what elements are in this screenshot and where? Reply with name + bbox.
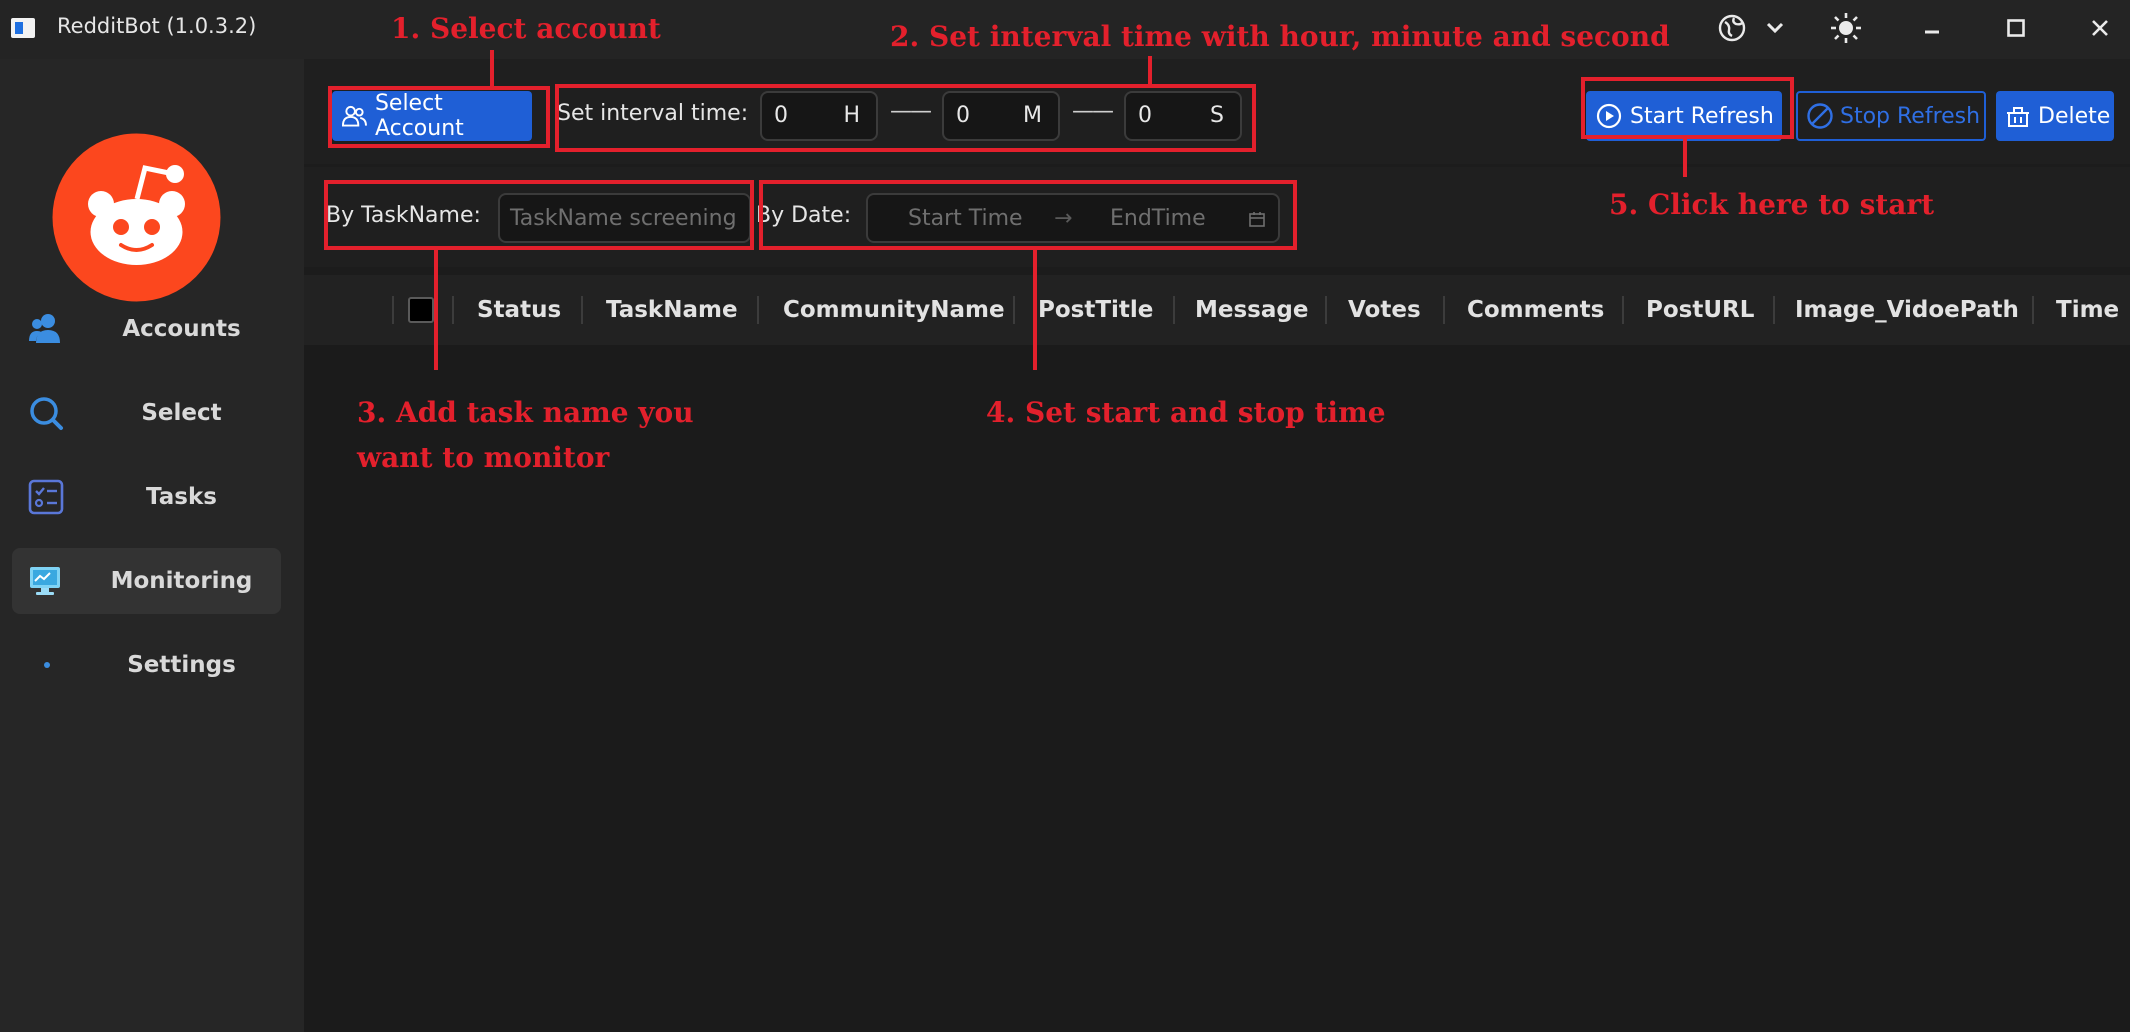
column-votes[interactable]: Votes	[1348, 275, 1421, 345]
column-time[interactable]: Time	[2056, 275, 2119, 345]
annotation-box-select-account	[328, 86, 550, 148]
annotation-5: 5. Click here to start	[1609, 188, 1935, 221]
sun-icon[interactable]	[1826, 8, 1866, 48]
sidebar-item-label: Monitoring	[110, 568, 253, 594]
dot-icon	[28, 647, 64, 683]
annotation-2: 2. Set interval time with hour, minute a…	[890, 20, 1670, 53]
annotation-box-interval	[555, 84, 1256, 152]
delete-button[interactable]: Delete	[1996, 91, 2114, 141]
annotation-4: 4. Set start and stop time	[986, 396, 1386, 429]
column-posturl[interactable]: PostURL	[1646, 275, 1754, 345]
column-image-videopath[interactable]: Image_VidoePath	[1795, 275, 2019, 345]
column-communityname[interactable]: CommunityName	[783, 275, 1005, 345]
sidebar-item-monitoring[interactable]: Monitoring	[12, 548, 281, 614]
delete-label: Delete	[2038, 103, 2111, 129]
close-icon[interactable]	[2080, 8, 2120, 48]
app-icon	[11, 18, 35, 38]
sidebar-item-label: Tasks	[146, 484, 217, 510]
column-message[interactable]: Message	[1195, 275, 1308, 345]
sidebar-item-label: Select	[141, 400, 222, 426]
select-all-checkbox[interactable]	[408, 297, 434, 323]
window-title: RedditBot (1.0.3.2)	[57, 14, 257, 38]
sidebar-item-label: Settings	[127, 652, 236, 678]
maximize-icon[interactable]	[1996, 8, 2036, 48]
chevron-down-icon[interactable]	[1760, 8, 1790, 48]
annotation-3-line2: want to monitor	[357, 441, 610, 474]
globe-icon[interactable]	[1714, 8, 1750, 48]
annotation-box-date	[759, 180, 1297, 250]
monitor-icon	[28, 563, 64, 599]
annotation-box-start-refresh	[1581, 77, 1794, 139]
annotation-1: 1. Select account	[391, 12, 661, 45]
stop-refresh-button[interactable]: Stop Refresh	[1796, 91, 1986, 141]
annotation-3-line1: 3. Add task name you	[357, 396, 694, 429]
sidebar-item-accounts[interactable]: Accounts	[12, 296, 281, 362]
sidebar-item-settings[interactable]: Settings	[12, 632, 281, 698]
column-taskname[interactable]: TaskName	[606, 275, 738, 345]
tasks-icon	[28, 479, 64, 515]
delete-icon	[2007, 107, 2029, 127]
search-icon	[28, 395, 64, 431]
table-header: Status TaskName CommunityName PostTitle …	[304, 275, 2130, 345]
column-posttitle[interactable]: PostTitle	[1038, 275, 1153, 345]
stop-icon	[1807, 103, 1833, 129]
sidebar: Accounts Select Tasks Monitoring Setting…	[0, 59, 304, 1032]
column-comments[interactable]: Comments	[1467, 275, 1604, 345]
sidebar-item-select[interactable]: Select	[12, 380, 281, 446]
reddit-logo	[51, 132, 222, 303]
accounts-icon	[28, 311, 64, 347]
sidebar-item-label: Accounts	[122, 316, 241, 342]
stop-refresh-label: Stop Refresh	[1840, 103, 1981, 129]
annotation-box-taskname	[324, 180, 754, 250]
column-status[interactable]: Status	[477, 275, 561, 345]
sidebar-item-tasks[interactable]: Tasks	[12, 464, 281, 530]
minimize-icon[interactable]	[1912, 8, 1952, 48]
